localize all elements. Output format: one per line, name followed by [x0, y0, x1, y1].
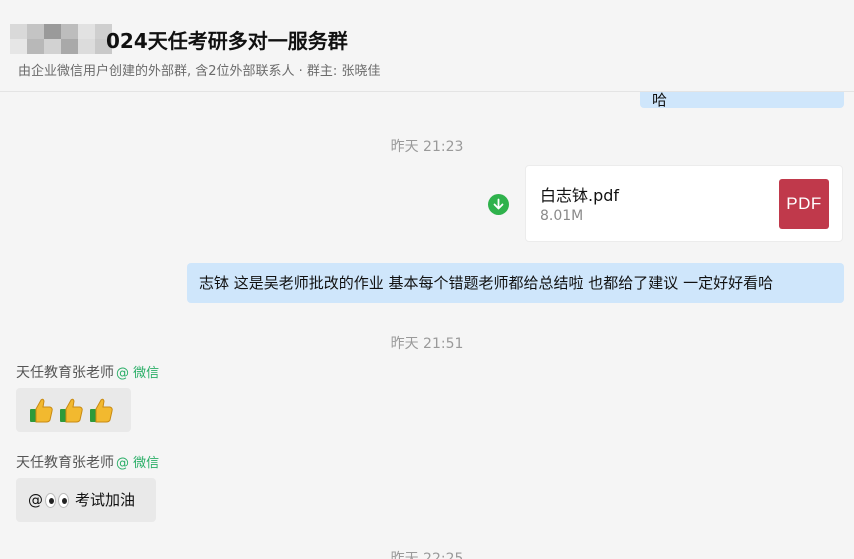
- pdf-file-icon: PDF: [779, 179, 829, 229]
- thumbs-up-emoji: [90, 398, 113, 423]
- sender-name[interactable]: 天任教育张老师: [16, 455, 114, 471]
- file-name: 白志钵.pdf: [540, 186, 620, 205]
- eyes-emoji: [45, 493, 69, 508]
- message-text: 志钵 这是吴老师批改的作业 基本每个错题老师都给总结啦 也都给了建议 一定好好看…: [199, 274, 774, 292]
- thumbs-up-emoji: [30, 398, 53, 423]
- my-message-bubble[interactable]: 志钵 这是吴老师批改的作业 基本每个错题老师都给总结啦 也都给了建议 一定好好看…: [187, 263, 844, 303]
- other-message-bubble[interactable]: @ 考试加油: [16, 478, 156, 522]
- sender-name[interactable]: 天任教育张老师: [16, 365, 114, 381]
- chat-header: 024天任考研多对一服务群 由企业微信用户创建的外部群, 含2位外部联系人 · …: [0, 0, 854, 92]
- file-message-card[interactable]: 白志钵.pdf 8.01M PDF: [525, 165, 843, 242]
- file-size: 8.01M: [540, 208, 584, 224]
- group-title[interactable]: 024天任考研多对一服务群: [106, 25, 348, 54]
- group-subtitle: 由企业微信用户创建的外部群, 含2位外部联系人 · 群主: 张晓佳: [18, 64, 381, 79]
- wechat-tag: @ 微信: [116, 456, 160, 471]
- download-icon[interactable]: [488, 194, 509, 215]
- sender-label: 天任教育张老师 @ 微信: [16, 452, 159, 472]
- sender-label: 天任教育张老师 @ 微信: [16, 362, 159, 382]
- message-text: 考试加油: [75, 491, 136, 509]
- blurred-title-prefix: [10, 24, 112, 54]
- mention-symbol: @: [28, 491, 43, 509]
- timestamp: 昨天 21:51: [390, 336, 464, 352]
- thumbs-up-emoji: [60, 398, 83, 423]
- timestamp: 昨天 21:23: [390, 139, 464, 155]
- other-message-bubble[interactable]: [16, 388, 131, 432]
- timestamp: 昨天 22:25: [390, 551, 464, 559]
- wechat-tag: @ 微信: [116, 366, 160, 381]
- group-title-row: 024天任考研多对一服务群: [10, 24, 348, 54]
